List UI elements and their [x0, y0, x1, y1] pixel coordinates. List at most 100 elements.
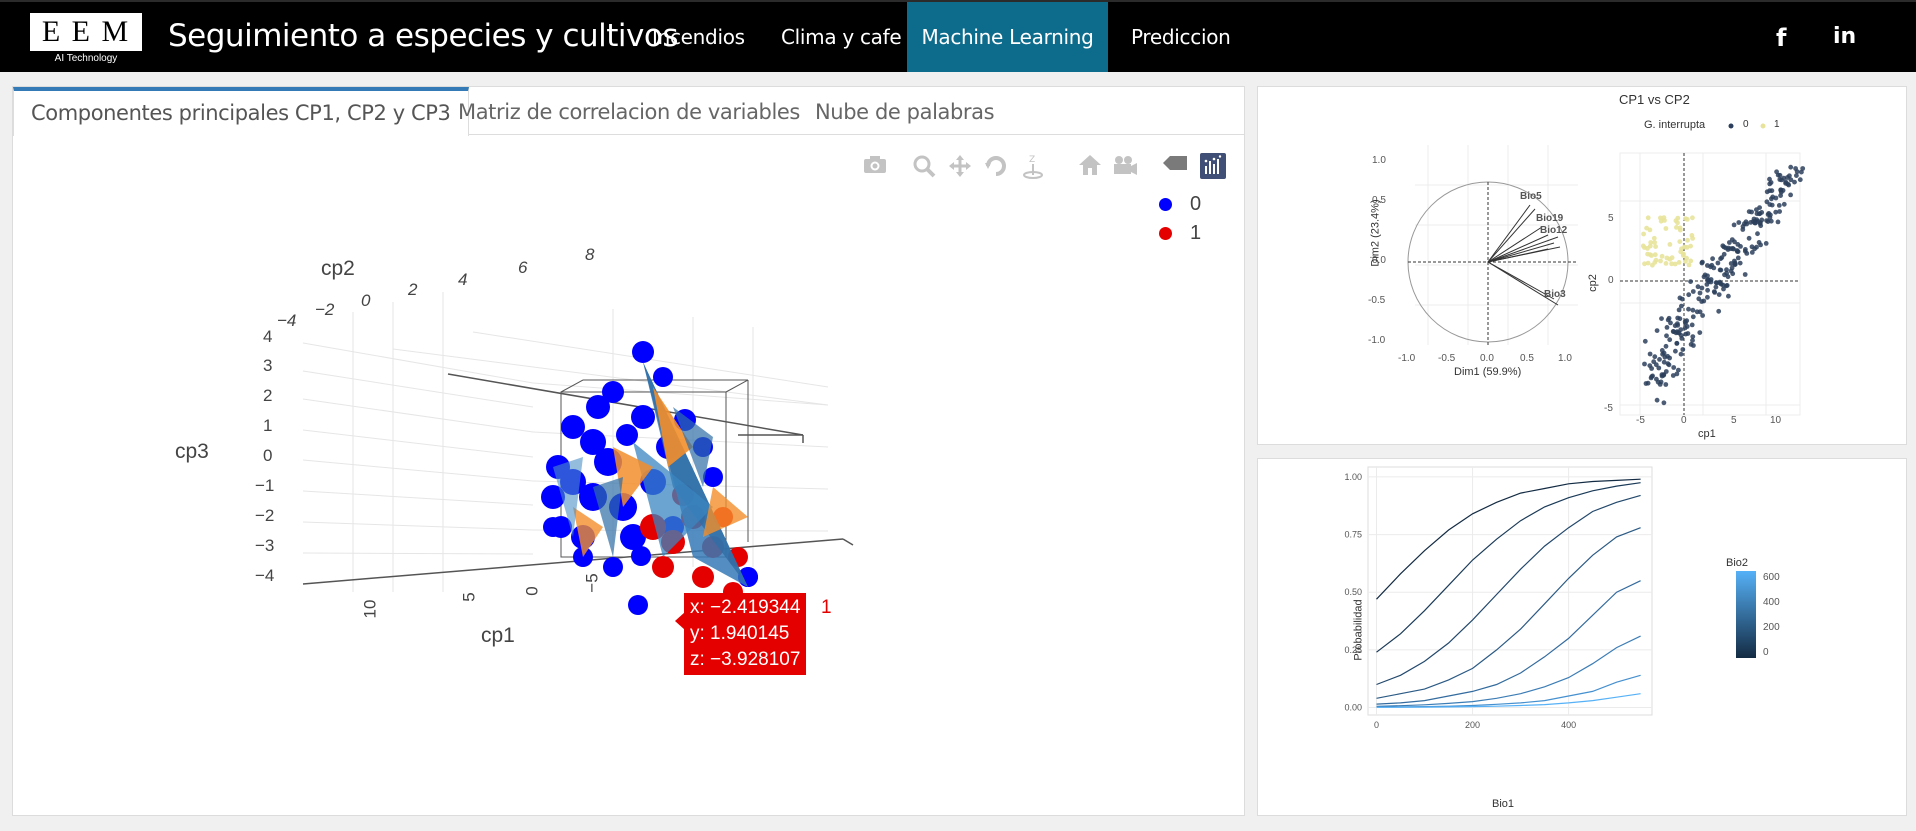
- tick-cp1: −5: [582, 573, 602, 593]
- pca-point: [1661, 400, 1667, 406]
- pca-point: [1684, 318, 1690, 324]
- axis-title-cp1: cp1: [481, 624, 515, 647]
- pca-point: [1775, 219, 1781, 225]
- pca-point: [1685, 237, 1690, 243]
- pca-point: [1676, 367, 1681, 373]
- y-tick-label: 0.75: [1344, 530, 1362, 540]
- pca-point: [1746, 235, 1752, 241]
- prob-xlabel: Bio1: [1492, 798, 1515, 810]
- pca-point: [1666, 315, 1672, 321]
- pca-point: [1647, 351, 1653, 357]
- logo-letters: E E M: [30, 13, 142, 51]
- bio2-legend-tick: 400: [1763, 597, 1780, 608]
- pca-point: [1690, 338, 1695, 343]
- pca-point: [1717, 279, 1723, 285]
- pca-point: [1731, 222, 1737, 228]
- pca-point: [1674, 341, 1680, 346]
- pca-point: [1712, 290, 1718, 295]
- pca-point: [1663, 382, 1669, 387]
- probability-panel: 0.00 0.25 0.50 0.75 1.00 0 200 400 Bio2 600 400…: [1257, 458, 1907, 816]
- pca-point: [1699, 260, 1705, 266]
- pca-point: [1686, 292, 1692, 298]
- pca-point: [1777, 177, 1783, 182]
- pca-point: [1649, 366, 1654, 371]
- pca-point: [1688, 279, 1693, 284]
- pca-point: [1699, 299, 1705, 304]
- pca-point: [1671, 365, 1677, 370]
- pca-point: [1764, 199, 1770, 205]
- pca-point: [1663, 226, 1669, 231]
- pca-point: [1681, 251, 1686, 257]
- pca-point: [1683, 259, 1688, 264]
- tick-cp2: 6: [518, 258, 528, 277]
- pca-point: [1697, 330, 1703, 335]
- tick-cp1: 0: [522, 586, 542, 596]
- hover-z: z: −3.928107: [690, 649, 801, 670]
- pca-point: [1657, 382, 1663, 387]
- pca-point: [1675, 321, 1680, 326]
- nav-prediccion[interactable]: Prediccion: [1109, 2, 1253, 72]
- pca-point: [1767, 181, 1773, 187]
- nav-incendios[interactable]: Incendios: [630, 2, 767, 72]
- hover-tooltip: x: −2.419344 y: 1.940145 z: −3.928107: [684, 593, 807, 675]
- tick-cp2: −4: [277, 311, 297, 330]
- pca-point: [1663, 261, 1669, 266]
- pca-point: [1689, 322, 1695, 328]
- pca-point: [1766, 211, 1772, 216]
- pca-point: [1645, 251, 1650, 257]
- pca-point: [1783, 179, 1789, 185]
- pca-point: [1642, 261, 1647, 267]
- main-panel: Componentes principales CP1, CP2 y CP3 M…: [12, 86, 1245, 816]
- pca-point: [1669, 261, 1674, 267]
- pca-point: [1758, 242, 1763, 248]
- site-title[interactable]: Seguimiento a especies y cultivos: [168, 18, 679, 54]
- pca-point: [1716, 308, 1722, 314]
- pca-point: [1724, 267, 1729, 273]
- pca-point: [1644, 225, 1649, 231]
- pca-scatter-ylabel: cp2: [1586, 274, 1599, 292]
- x-tick-label: 0: [1374, 720, 1379, 730]
- pca-point: [1694, 309, 1700, 315]
- pca-point: [1720, 243, 1726, 249]
- pca-point: [1664, 333, 1669, 339]
- pca-point: [1641, 231, 1646, 237]
- pca-point: [1770, 194, 1776, 200]
- pca-point: [1654, 397, 1660, 403]
- nav-clima-y-cafe[interactable]: Clima y cafe: [759, 2, 923, 72]
- pca-point: [1719, 255, 1725, 260]
- nav-machine-learning[interactable]: Machine Learning: [907, 2, 1108, 72]
- pca-point: [1661, 350, 1667, 356]
- pca-point: [1765, 219, 1771, 225]
- eem-logo[interactable]: E E M AI Technology: [30, 13, 142, 65]
- facebook-icon[interactable]: f: [1776, 24, 1786, 52]
- y-tick-label: 0.50: [1344, 587, 1362, 597]
- pca-scatter-xlabel: cp1: [1698, 428, 1716, 440]
- pca-scatter-ytick: 5: [1608, 213, 1614, 224]
- pca-point: [1717, 267, 1723, 273]
- pca-point: [1690, 215, 1695, 221]
- pca-point: [1642, 361, 1647, 367]
- pca-point: [1727, 240, 1732, 245]
- tick-cp2: −2: [315, 300, 335, 319]
- axis-title-cp2: cp2: [321, 257, 355, 280]
- pca-point: [1677, 239, 1683, 245]
- tick-cp2: 2: [408, 280, 418, 299]
- linkedin-icon[interactable]: in: [1833, 24, 1856, 49]
- pca-point: [1767, 176, 1772, 182]
- pca-point: [1769, 188, 1775, 194]
- pca-point: [1785, 175, 1790, 180]
- pca-point: [1690, 314, 1696, 320]
- pca-point: [1683, 331, 1689, 337]
- prob-ylabel: Probabilidad: [1352, 599, 1365, 661]
- pca-point: [1715, 260, 1721, 266]
- x-tick-label: 400: [1561, 720, 1576, 730]
- pca-point: [1654, 328, 1660, 333]
- bio2-colorbar: [1736, 571, 1756, 658]
- pca-point: [1657, 357, 1662, 362]
- pca-point: [1744, 221, 1750, 227]
- pca-point: [1778, 193, 1783, 198]
- pca-point: [1743, 247, 1748, 252]
- pca-point: [1642, 338, 1648, 344]
- bio2-legend-tick: 0: [1763, 647, 1769, 658]
- tick-cp3: −2: [255, 506, 275, 525]
